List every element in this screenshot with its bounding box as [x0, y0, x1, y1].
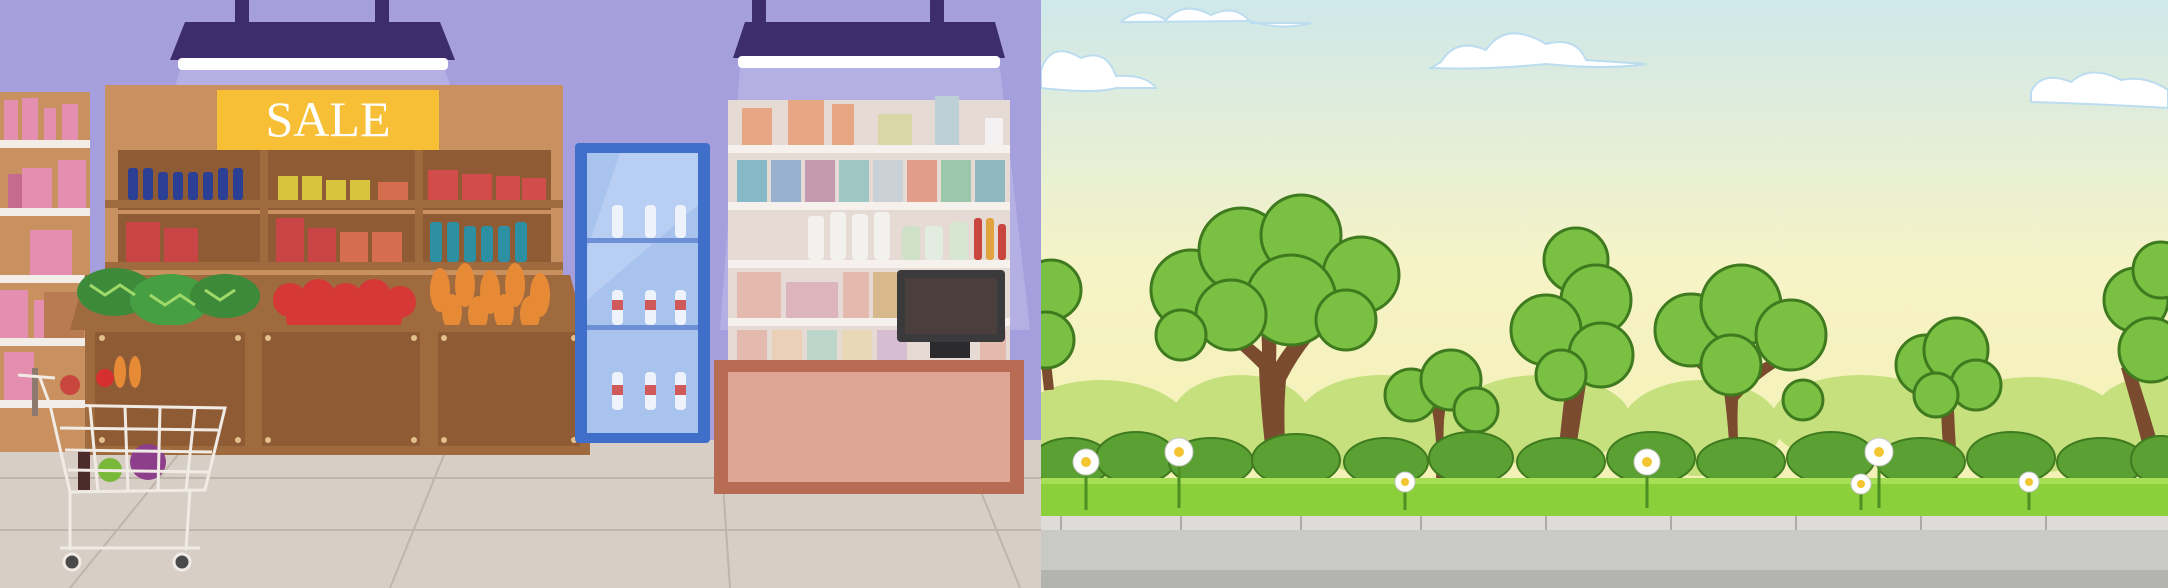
produce-bins	[70, 263, 590, 455]
goods-shelf	[728, 96, 1010, 365]
supermarket-scene: SALE	[0, 0, 1041, 588]
sale-sign-label: SALE	[266, 91, 391, 147]
checkout-counter	[714, 360, 1024, 494]
sale-sign: SALE	[217, 90, 439, 150]
game-background-strip: SALE	[0, 0, 2168, 588]
curb	[1041, 516, 2168, 530]
sidewalk	[1041, 530, 2168, 570]
park-scene	[1041, 0, 2168, 588]
drinks-fridge	[575, 143, 710, 443]
left-shelf	[0, 92, 90, 452]
